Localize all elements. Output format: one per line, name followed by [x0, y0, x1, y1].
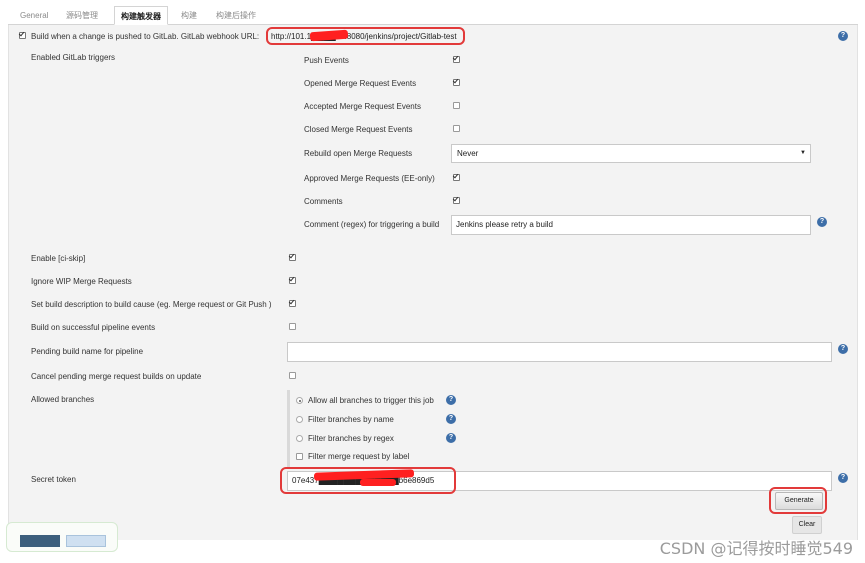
trigger-opened-mr-checkbox[interactable] [453, 79, 460, 86]
filter-by-regex-label: Filter branches by regex [308, 434, 394, 443]
ignore-wip-label: Ignore WIP Merge Requests [31, 277, 132, 286]
filter-by-regex-radio[interactable] [296, 435, 303, 442]
help-icon[interactable]: ? [817, 217, 827, 227]
allowed-branches-label: Allowed branches [31, 395, 95, 404]
rebuild-open-mr-label: Rebuild open Merge Requests [304, 149, 413, 158]
enabled-triggers-label: Enabled GitLab triggers [31, 53, 116, 62]
trigger-accepted-mr-checkbox[interactable] [453, 102, 460, 109]
clear-button[interactable]: Clear [792, 516, 822, 534]
pending-build-name-input[interactable] [287, 342, 832, 362]
filter-by-label-checkbox[interactable] [296, 453, 303, 460]
ignore-wip-checkbox[interactable] [289, 277, 296, 284]
trigger-approved-mr-checkbox[interactable] [453, 174, 460, 181]
cancel-pending-label: Cancel pending merge request builds on u… [31, 372, 202, 381]
save-button[interactable] [20, 535, 60, 547]
trigger-opened-mr-label: Opened Merge Request Events [304, 79, 417, 88]
apply-button[interactable] [66, 535, 106, 547]
tab-general[interactable]: General [14, 6, 54, 25]
allow-all-branches-label: Allow all branches to trigger this job [308, 396, 434, 405]
cancel-pending-checkbox[interactable] [289, 372, 296, 379]
trigger-comments-label: Comments [304, 197, 343, 206]
filter-by-label-label: Filter merge request by label [308, 452, 410, 461]
trigger-comments-checkbox[interactable] [453, 197, 460, 204]
trigger-accepted-mr-label: Accepted Merge Request Events [304, 102, 421, 111]
comment-regex-input[interactable]: Jenkins please retry a build [451, 215, 811, 235]
gitlab-push-trigger-label: Build when a change is pushed to GitLab.… [31, 32, 260, 41]
comment-regex-label: Comment (regex) for triggering a build [304, 220, 440, 229]
enable-ci-skip-checkbox[interactable] [289, 254, 296, 261]
allow-all-branches-radio[interactable] [296, 397, 303, 404]
tab-source-management[interactable]: 源码管理 [60, 6, 104, 25]
tab-bar: General 源码管理 构建触发器 构建 构建后操作 [8, 3, 858, 25]
secret-token-label: Secret token [31, 475, 76, 484]
help-icon[interactable]: ? [838, 31, 848, 41]
rebuild-open-mr-select[interactable]: Never ▼ [451, 144, 811, 163]
build-on-pipeline-checkbox[interactable] [289, 323, 296, 330]
pending-build-name-label: Pending build name for pipeline [31, 347, 144, 356]
trigger-push-events-label: Push Events [304, 56, 349, 65]
set-build-description-checkbox[interactable] [289, 300, 296, 307]
generate-button-highlight [769, 487, 827, 514]
build-on-pipeline-label: Build on successful pipeline events [31, 323, 156, 332]
gitlab-push-trigger-checkbox[interactable] [19, 32, 26, 39]
chevron-down-icon: ▼ [800, 150, 806, 156]
tab-build-triggers[interactable]: 构建触发器 [114, 6, 168, 25]
set-build-description-label: Set build description to build cause (eg… [31, 300, 272, 309]
filter-by-name-radio[interactable] [296, 416, 303, 423]
tab-build[interactable]: 构建 [175, 6, 203, 25]
help-icon[interactable]: ? [838, 473, 848, 483]
trigger-approved-mr-label: Approved Merge Requests (EE-only) [304, 174, 435, 183]
enable-ci-skip-label: Enable [ci-skip] [31, 254, 86, 263]
tab-post-build[interactable]: 构建后操作 [210, 6, 262, 25]
rebuild-open-mr-value: Never [457, 149, 479, 158]
csdn-watermark: CSDN @记得按时睡觉549 [659, 539, 853, 558]
trigger-push-events-checkbox[interactable] [453, 56, 460, 63]
help-icon[interactable]: ? [838, 344, 848, 354]
webhook-url-highlight [266, 27, 465, 45]
trigger-closed-mr-checkbox[interactable] [453, 125, 460, 132]
help-icon[interactable]: ? [446, 395, 456, 405]
trigger-closed-mr-label: Closed Merge Request Events [304, 125, 413, 134]
secret-token-highlight [280, 467, 456, 494]
filter-by-name-label: Filter branches by name [308, 415, 394, 424]
help-icon[interactable]: ? [446, 433, 456, 443]
help-icon[interactable]: ? [446, 414, 456, 424]
